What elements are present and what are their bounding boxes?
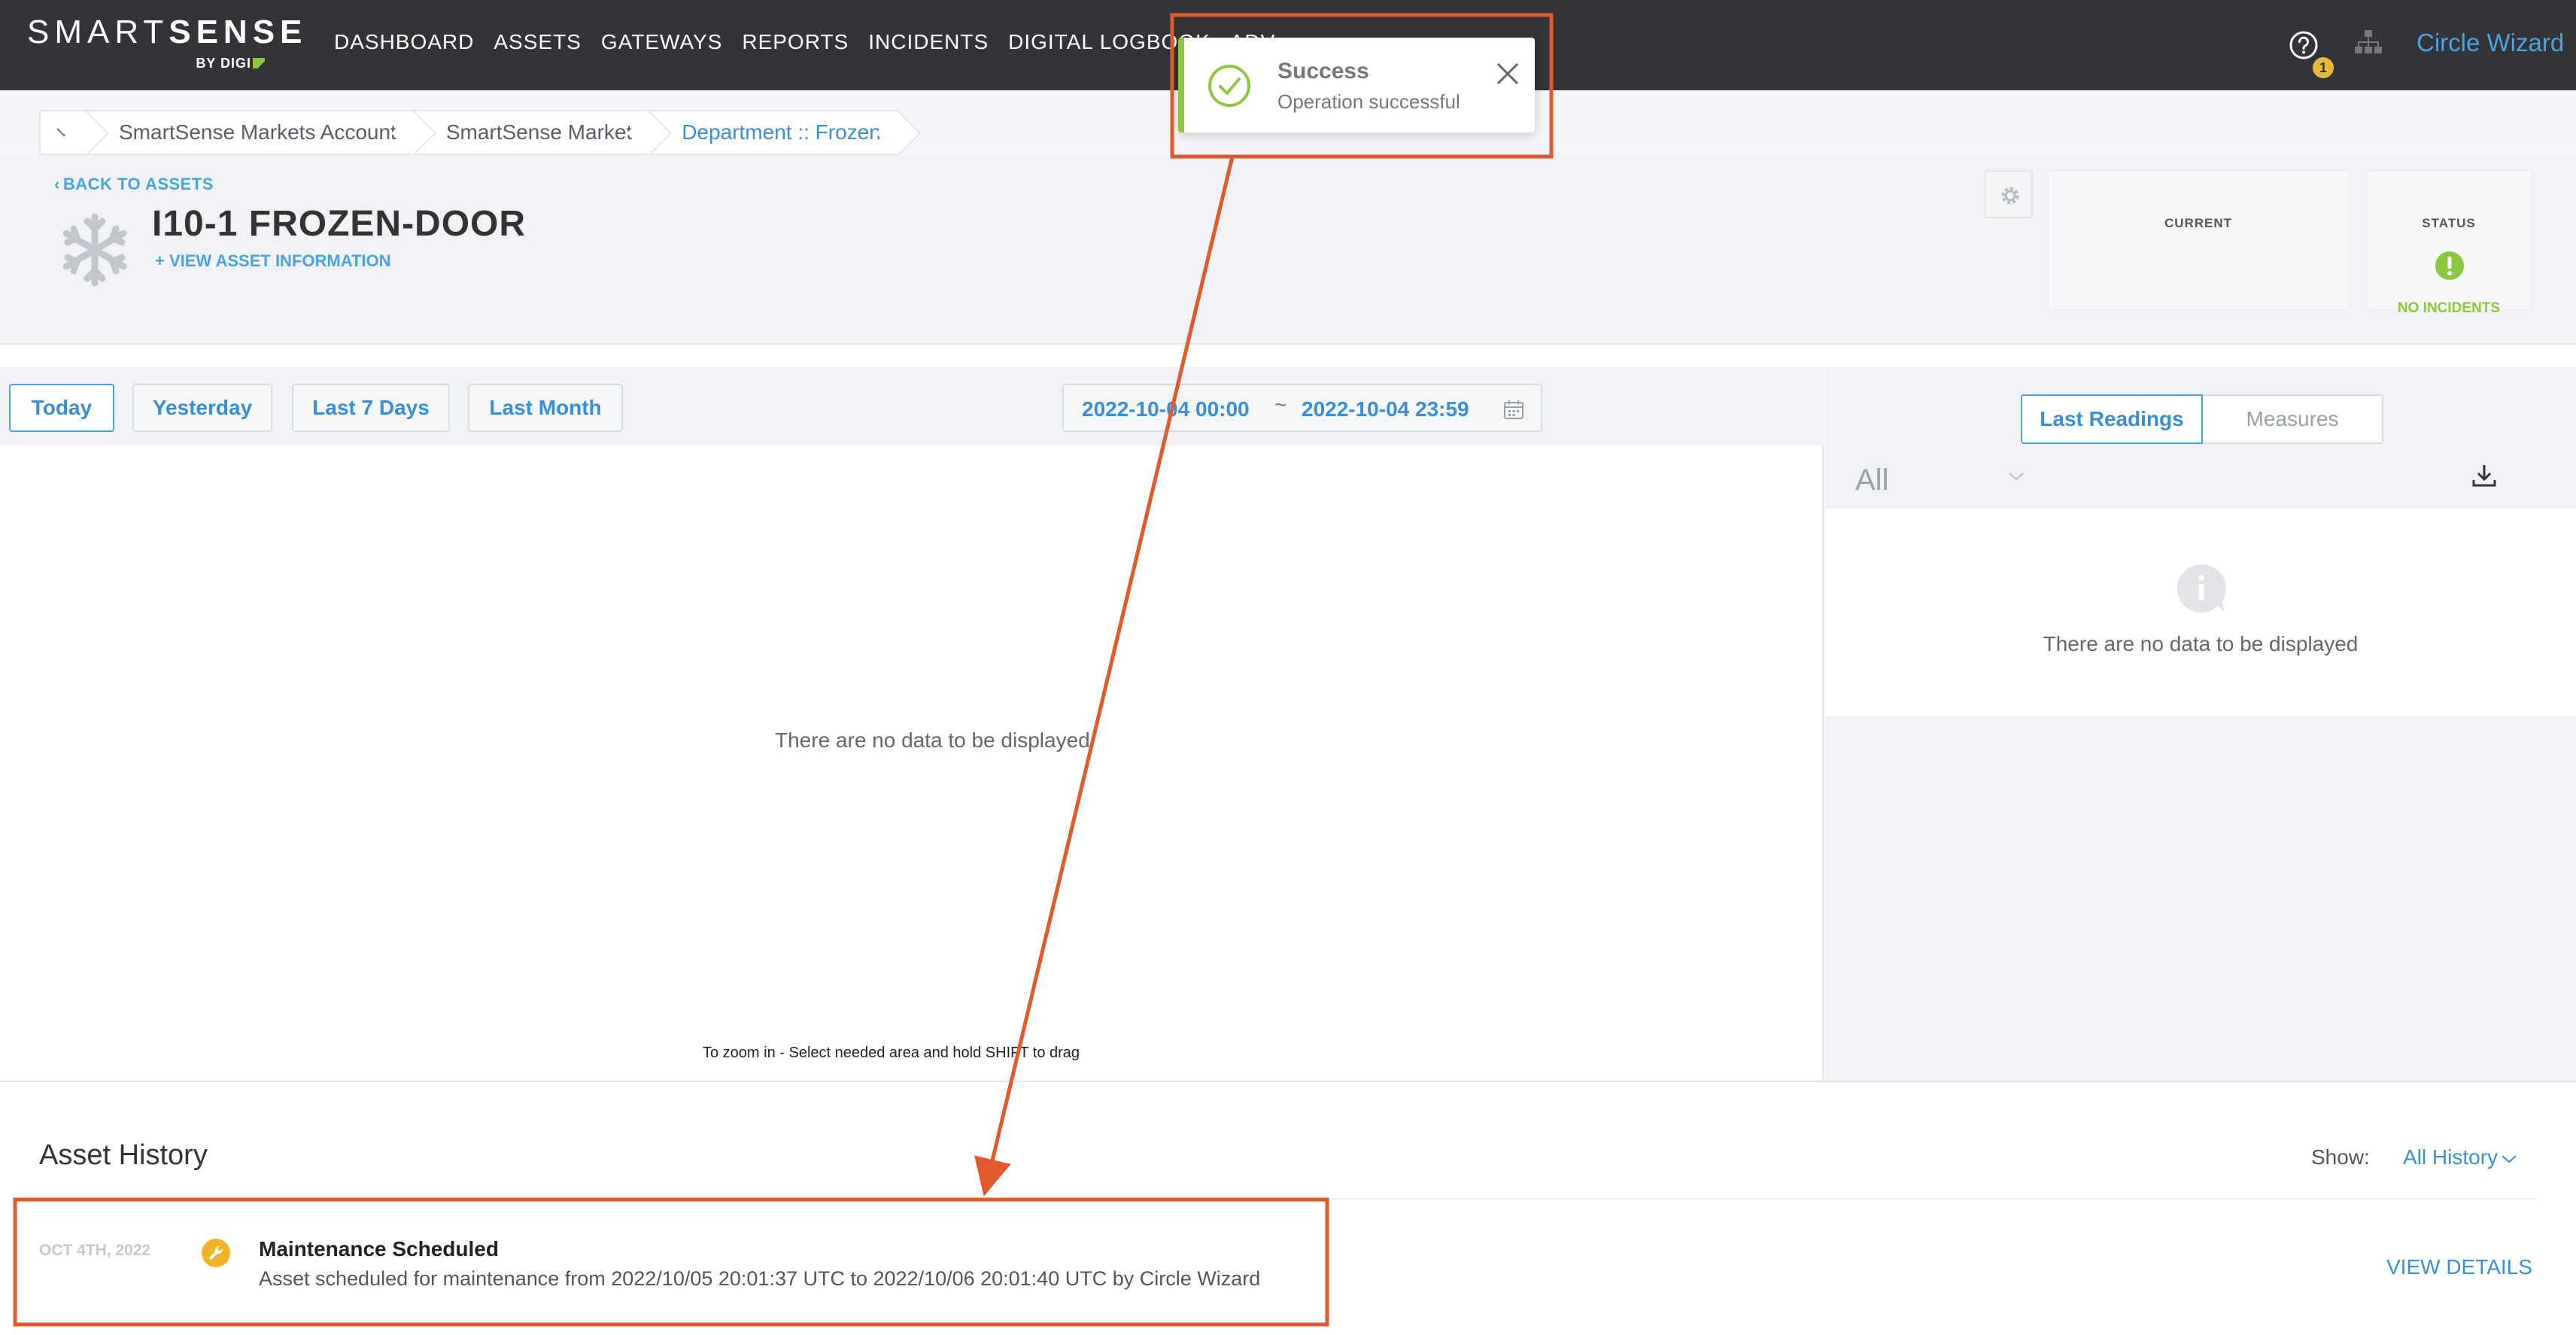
readings-filter-select[interactable]: All bbox=[1855, 464, 1888, 497]
nav-gateways[interactable]: GATEWAYS bbox=[601, 30, 723, 54]
range-last-month-button[interactable]: Last Month bbox=[468, 384, 623, 432]
readings-empty-message: There are no data to be displayed bbox=[2043, 632, 2359, 655]
logo-byline: BY DIGI bbox=[196, 56, 265, 71]
notification-badge: 1 bbox=[2313, 57, 2334, 78]
history-filter-select[interactable]: All History bbox=[2403, 1145, 2517, 1169]
nav-reports[interactable]: REPORTS bbox=[742, 30, 849, 54]
section-divider bbox=[0, 343, 2576, 367]
nav-dashboard[interactable]: DASHBOARD bbox=[334, 30, 474, 54]
gear-icon bbox=[2001, 187, 2019, 205]
history-entry-title: Maintenance Scheduled bbox=[259, 1237, 499, 1260]
logo-wordmark: SMARTSENSE bbox=[27, 14, 308, 50]
date-from: 2022-10-04 00:00 bbox=[1082, 397, 1250, 421]
snowflake-icon bbox=[62, 213, 127, 287]
date-to: 2022-10-04 23:59 bbox=[1302, 397, 1469, 421]
check-circle-icon bbox=[1208, 65, 1250, 107]
chevron-down-icon[interactable] bbox=[2007, 471, 2025, 482]
date-range-picker[interactable]: 2022-10-04 00:00 ~ 2022-10-04 23:59 bbox=[1062, 384, 1542, 432]
history-filter-label: Show: bbox=[2311, 1145, 2370, 1169]
status-value: NO INCIDENTS bbox=[2397, 300, 2501, 316]
tab-measures[interactable]: Measures bbox=[2203, 394, 2383, 444]
toast-message: Operation successful bbox=[1277, 90, 1460, 113]
breadcrumb: SmartSense Markets Account SmartSense Ma… bbox=[39, 110, 899, 155]
view-asset-info-link[interactable]: + VIEW ASSET INFORMATION bbox=[155, 251, 391, 271]
help-icon[interactable] bbox=[2289, 30, 2319, 60]
asset-history-section: Asset History Show: All History OCT 4TH,… bbox=[0, 1081, 2576, 1335]
alert-icon bbox=[2435, 251, 2464, 280]
readings-panel: Last Readings Measures All There are no … bbox=[1825, 367, 2576, 1081]
nav-assets[interactable]: ASSETS bbox=[494, 30, 581, 54]
chart-area[interactable]: There are no data to be displayed To zoo… bbox=[0, 446, 1824, 1081]
asset-title: I10-1 FROZEN-DOOR bbox=[152, 204, 527, 244]
date-range-toolbar: Today Yesterday Last 7 Days Last Month 2… bbox=[0, 367, 1824, 446]
date-separator: ~ bbox=[1274, 393, 1287, 416]
breadcrumb-department[interactable]: Department :: Frozen bbox=[650, 110, 899, 155]
readings-list: There are no data to be displayed bbox=[1825, 509, 2576, 716]
wrench-icon bbox=[202, 1239, 230, 1267]
chevron-down-icon bbox=[2502, 1155, 2517, 1163]
asset-header: ‹ BACK TO ASSETS I10-1 FROZEN-DOOR + VIEW… bbox=[0, 155, 2576, 343]
user-menu[interactable]: Circle Wizard bbox=[2417, 29, 2564, 57]
tab-last-readings[interactable]: Last Readings bbox=[2021, 394, 2203, 444]
range-yesterday-button[interactable]: Yesterday bbox=[132, 384, 272, 432]
nav-incidents[interactable]: INCIDENTS bbox=[868, 30, 989, 54]
chevron-left-icon: ‹ bbox=[54, 175, 60, 193]
asset-settings-button[interactable] bbox=[1985, 170, 2033, 218]
status-label: STATUS bbox=[2422, 216, 2476, 230]
download-icon[interactable] bbox=[2469, 461, 2499, 491]
history-entry-description: Asset scheduled for maintenance from 202… bbox=[259, 1267, 1261, 1290]
organization-icon[interactable] bbox=[2353, 27, 2383, 57]
view-details-link[interactable]: VIEW DETAILS bbox=[2386, 1255, 2532, 1279]
current-label: CURRENT bbox=[2164, 216, 2233, 230]
breadcrumb-dropdown[interactable] bbox=[39, 110, 87, 155]
range-last-7-days-button[interactable]: Last 7 Days bbox=[292, 384, 450, 432]
back-to-assets-link[interactable]: ‹ BACK TO ASSETS bbox=[54, 175, 214, 194]
current-reading-card: CURRENT bbox=[2048, 170, 2349, 310]
smartsense-logo[interactable]: SMARTSENSE BY DIGI bbox=[27, 14, 302, 77]
asset-history-title: Asset History bbox=[39, 1139, 208, 1171]
divider bbox=[39, 1198, 2537, 1200]
range-today-button[interactable]: Today bbox=[9, 384, 114, 432]
status-card: STATUS NO INCIDENTS bbox=[2367, 170, 2531, 316]
main-nav: DASHBOARD ASSETS GATEWAYS REPORTS INCIDE… bbox=[334, 30, 1275, 54]
chevron-down-icon bbox=[56, 128, 71, 137]
close-icon[interactable] bbox=[1494, 60, 1521, 87]
zoom-hint: To zoom in - Select needed area and hold… bbox=[703, 1045, 1080, 1061]
history-entry-date: OCT 4TH, 2022 bbox=[39, 1242, 151, 1259]
calendar-icon bbox=[1504, 400, 1523, 419]
info-icon bbox=[2177, 564, 2226, 613]
chart-empty-message: There are no data to be displayed bbox=[775, 728, 1090, 752]
readings-tabs: Last Readings Measures bbox=[2021, 394, 2383, 444]
breadcrumb-market[interactable]: SmartSense Market bbox=[414, 110, 651, 155]
breadcrumb-account[interactable]: SmartSense Markets Account bbox=[87, 110, 415, 155]
toast-title: Success bbox=[1277, 59, 1369, 84]
success-toast: Success Operation successful bbox=[1178, 38, 1535, 132]
